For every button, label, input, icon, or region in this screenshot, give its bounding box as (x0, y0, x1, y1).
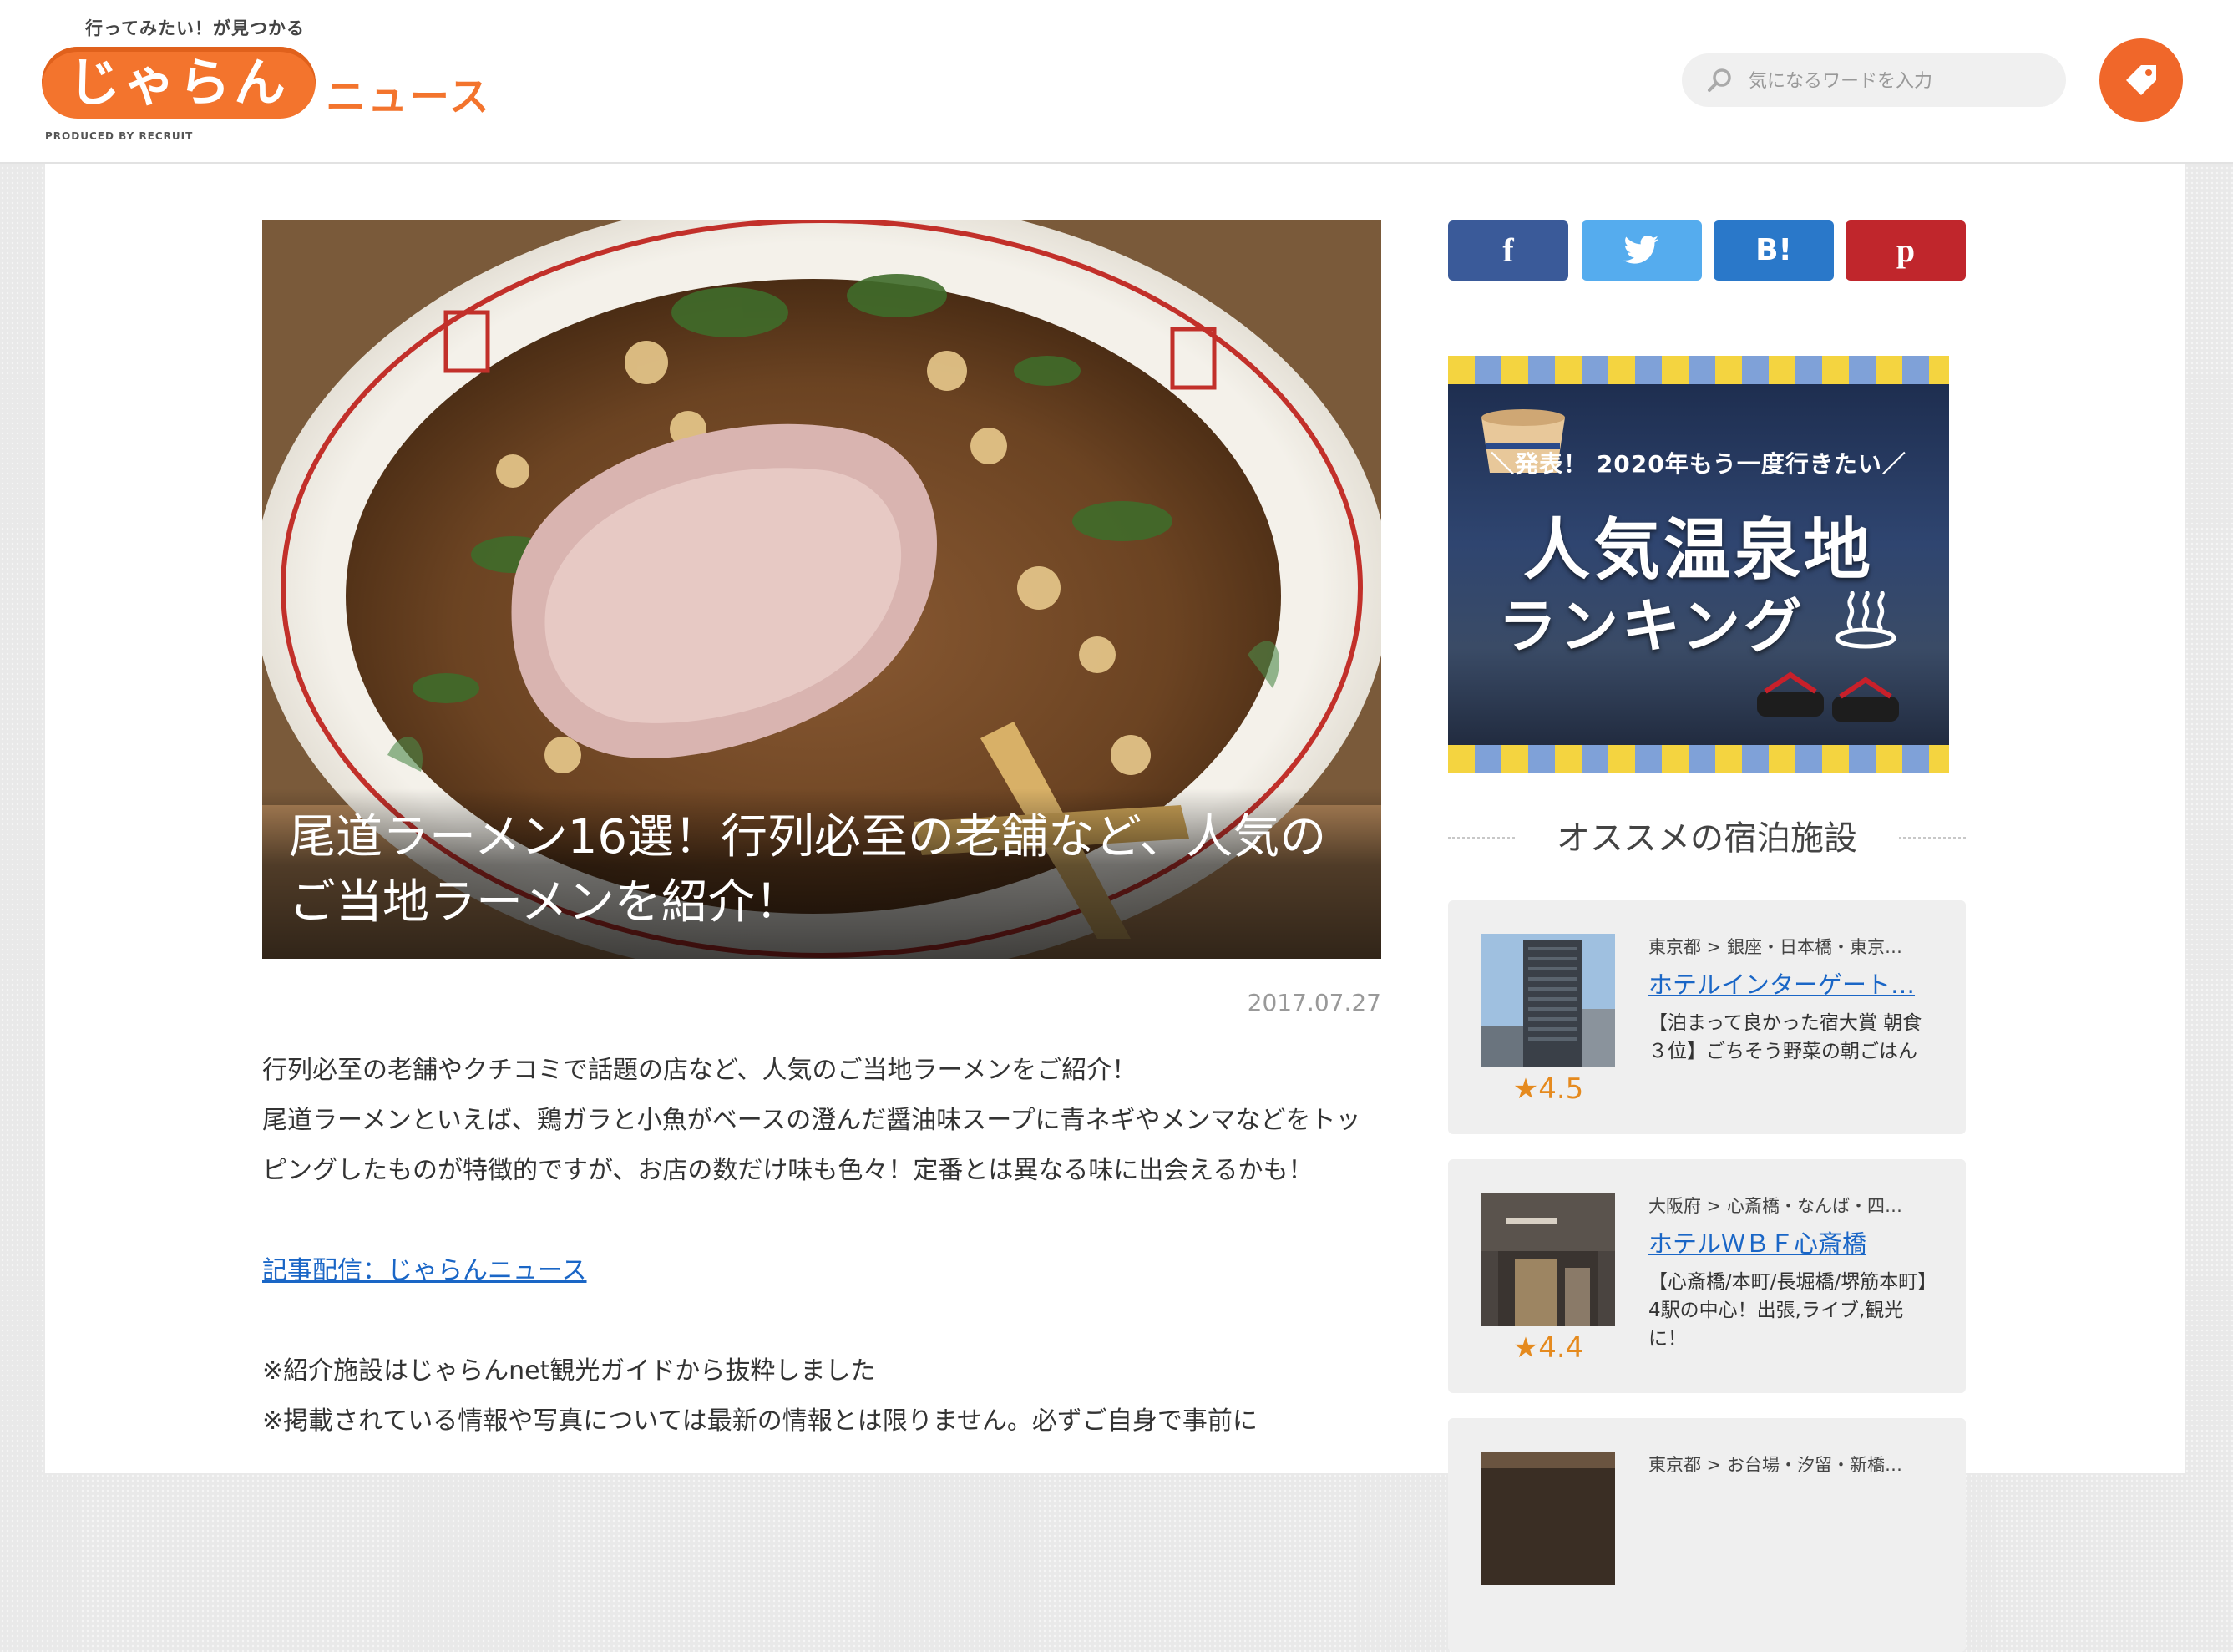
site-header: 行ってみたい！が見つかる じゃらん ニュース PRODUCED BY RECRU… (0, 0, 2233, 164)
logo-produced-by: PRODUCED BY RECRUIT (45, 130, 194, 142)
hatena-bookmark-button[interactable]: B! (1714, 220, 1834, 281)
article-date: 2017.07.27 (1247, 989, 1381, 1016)
hotel-area: 大阪府 > 心斎橋・なんば・四… (1648, 1196, 1902, 1216)
facebook-share-button[interactable]: f (1448, 220, 1568, 281)
hotel-description: 【泊まって良かった宿大賞 朝食３位】ごちそう野菜の朝ごはん (1648, 1012, 1922, 1062)
geta-sandals-icon (1757, 671, 1899, 722)
article-lead-1: 行列必至の老舗やクチコミで話題の店など、人気のご当地ラーメンをご紹介！ (262, 1056, 1137, 1085)
search-icon (1708, 68, 1731, 92)
logo-main-text: じゃらん (68, 52, 289, 113)
logo-sub-text: ニュース (326, 73, 491, 120)
source-paragraph: 記事配信：じゃらんニュース (262, 1246, 1381, 1296)
hotel-building-image (1481, 1452, 1615, 1585)
share-buttons: f B! p (1448, 220, 1966, 281)
hotel-name-link[interactable]: ホテルインターゲート… (1648, 965, 1932, 1001)
source-link[interactable]: 記事配信：じゃらんニュース (262, 1256, 587, 1285)
hotel-name-link[interactable]: ホテルＷＢＦ心斎橋 (1648, 1224, 1932, 1259)
site-logo[interactable]: 行ってみたい！が見つかる じゃらん ニュース PRODUCED BY RECRU… (42, 15, 489, 147)
banner-bottom-stripe (1448, 745, 1949, 773)
banner-title-line2: ランキング (1498, 592, 1805, 661)
hot-spring-icon (1835, 591, 1896, 649)
banner-top-stripe (1448, 356, 1949, 384)
onsen-ranking-banner[interactable]: ＼発表！ 2020年もう一度行きたい／ 人気温泉地 ランキング (1448, 356, 1949, 773)
hotel-thumbnail[interactable] (1481, 934, 1615, 1067)
hotel-rating: ★4.4 (1512, 1331, 1584, 1365)
logo-tagline: 行ってみたい！が見つかる (85, 18, 305, 38)
divider (1899, 837, 1966, 839)
twitter-bird-icon (1623, 236, 1658, 264)
search-input[interactable] (1747, 62, 2051, 100)
article-title: 尾道ラーメン16選！行列必至の老舗など、人気のご当地ラーメンを紹介！ (289, 810, 1327, 930)
recommended-hotels-heading: オススメの宿泊施設 (1448, 813, 1966, 864)
article-note-2: ※掲載されている情報や写真については最新の情報とは限りません。必ずご自身で事前に (262, 1406, 1258, 1436)
section-title: オススメの宿泊施設 (1557, 819, 1857, 858)
article-body: 行列必至の老舗やクチコミで話題の店など、人気のご当地ラーメンをご紹介！ 尾道ラー… (262, 1046, 1381, 1447)
hotel-rating: ★4.5 (1512, 1072, 1584, 1106)
tag-icon (2126, 65, 2156, 95)
hotel-thumbnail[interactable] (1481, 1193, 1615, 1326)
hotel-area: 東京都 > 銀座・日本橋・東京… (1648, 937, 1902, 957)
search-box[interactable] (1682, 53, 2066, 107)
hotel-card[interactable]: ★4.5 東京都 > 銀座・日本橋・東京… ホテルインターゲート… 【泊まって良… (1448, 900, 1966, 1134)
hotel-description: 【心斎橋/本町/長堀橋/堺筋本町】4駅の中心！出張,ライブ,観光に！ (1648, 1271, 1927, 1350)
article-note-1: ※紹介施設はじゃらんnet観光ガイドから抜粋しました (262, 1356, 876, 1386)
banner-subtitle: ＼発表！ 2020年もう一度行きたい／ (1491, 450, 1906, 478)
article-hero-image: 尾道ラーメン16選！行列必至の老舗など、人気のご当地ラーメンを紹介！ (262, 220, 1381, 959)
hotel-building-image (1481, 1193, 1615, 1326)
hotel-thumbnail[interactable] (1481, 1452, 1615, 1585)
hotel-card[interactable]: 東京都 > お台場・汐留・新橋… (1448, 1418, 1966, 1652)
hotel-building-image (1481, 934, 1615, 1067)
twitter-share-button[interactable] (1582, 220, 1702, 281)
banner-title-line1: 人気温泉地 (1523, 511, 1874, 589)
pinterest-share-button[interactable]: p (1846, 220, 1966, 281)
hotel-card[interactable]: ★4.4 大阪府 > 心斎橋・なんば・四… ホテルＷＢＦ心斎橋 【心斎橋/本町/… (1448, 1159, 1966, 1393)
article-lead-2: 尾道ラーメンといえば、鶏ガラと小魚がベースの澄んだ醤油味スープに青ネギやメンマな… (262, 1106, 1361, 1185)
tag-button[interactable] (2099, 38, 2183, 122)
